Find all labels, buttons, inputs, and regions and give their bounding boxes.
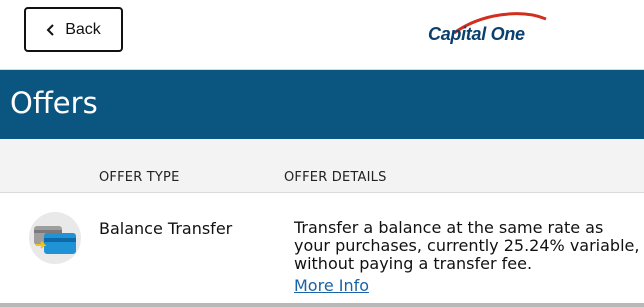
capital-one-logo: Capital One	[428, 11, 548, 51]
chevron-left-icon	[46, 23, 54, 36]
page-title: Offers	[10, 86, 98, 120]
bottom-divider	[0, 303, 644, 307]
card-icon-graphic	[34, 226, 76, 254]
column-header-offer-type: OFFER TYPE	[99, 170, 180, 185]
table-header: OFFER TYPE OFFER DETAILS	[0, 139, 644, 193]
logo-text: Capital One	[428, 24, 525, 44]
offer-details: Transfer a balance at the same rate as y…	[294, 219, 644, 295]
offer-type-label: Balance Transfer	[99, 219, 233, 238]
top-bar: Back Capital One	[0, 0, 644, 70]
column-header-offer-details: OFFER DETAILS	[284, 170, 387, 185]
back-button[interactable]: Back	[24, 7, 123, 52]
back-button-label: Back	[65, 20, 101, 38]
offers-banner: Offers	[0, 70, 644, 139]
offer-description: Transfer a balance at the same rate as y…	[294, 218, 640, 273]
more-info-link[interactable]: More Info	[294, 277, 369, 295]
credit-card-transfer-icon	[29, 212, 81, 264]
